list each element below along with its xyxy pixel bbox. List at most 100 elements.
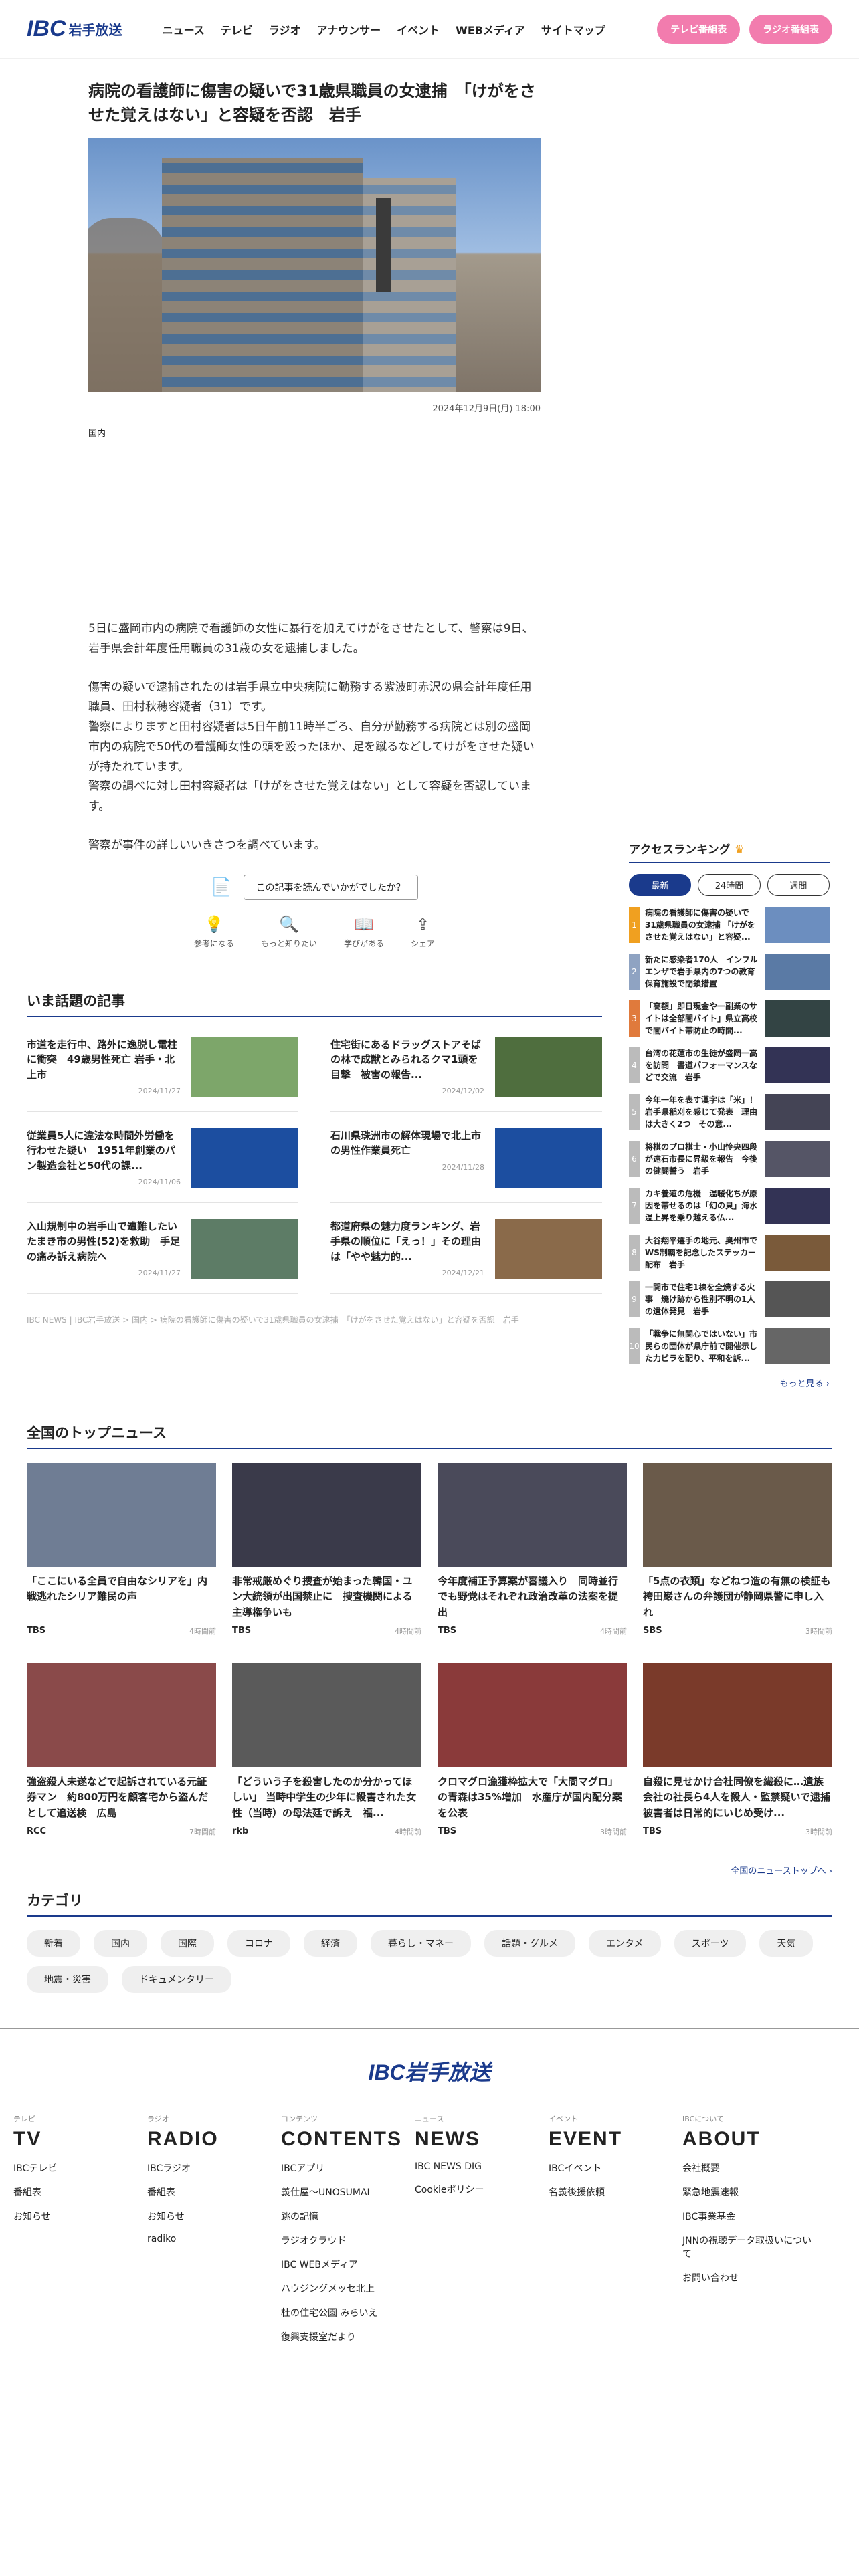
article-category-link[interactable]: 国内 [88,426,541,439]
nav-radio[interactable]: ラジオ [269,21,301,37]
rank-number: 4 [629,1047,640,1083]
footer-link[interactable]: IBCラジオ [147,2161,281,2175]
ranking-item[interactable]: 5 今年一年を表す漢字は「米」！ 岩手県稲刈を感じて発表 理由は大きく2つ その意… [629,1094,830,1130]
ranking-item[interactable]: 4 台湾の花蓮市の生徒が盛岡一高を訪問 書道パフォーマンスなどで交流 岩手 [629,1047,830,1083]
footer-link[interactable]: お知らせ [13,2210,147,2223]
tab-weekly[interactable]: 週間 [767,874,830,896]
topic-item[interactable]: 石川県珠洲市の解体現場で北上市の男性作業員死亡 2024/11/28 [330,1128,602,1203]
category-chip[interactable]: 地震・災害 [27,1966,108,1993]
category-chip[interactable]: 国内 [94,1930,147,1957]
ranking-title: 一関市で住宅1棟を全焼する火事 焼け跡から性別不明の1人の遺体発見 岩手 [645,1283,755,1316]
rank-number: 9 [629,1281,640,1317]
category-chip[interactable]: ドキュメンタリー [122,1966,231,1993]
news-thumbnail [232,1463,421,1567]
topic-item[interactable]: 住宅街にあるドラッグストアそばの林で成獣とみられるクマ1頭を目撃 被害の報告..… [330,1037,602,1112]
category-chip[interactable]: コロナ [227,1930,290,1957]
news-time: 4時間前 [395,1828,421,1836]
category-chip[interactable]: 暮らし・マネー [371,1930,471,1957]
ranking-item[interactable]: 2 新たに感染者170人 インフルエンザで岩手県内の7つの教育保育施設で閉鎖措置 [629,954,830,990]
footer-link[interactable]: 義仕屋〜UNOSUMAI [281,2185,415,2199]
footer-link[interactable]: IBC WEBメディア [281,2258,415,2271]
tab-latest[interactable]: 最新 [629,874,692,896]
radio-schedule-button[interactable]: ラジオ番組表 [749,14,832,44]
nav-sitemap[interactable]: サイトマップ [541,21,605,37]
footer-link[interactable]: JNNの視聴データ取扱いについて [682,2234,816,2260]
footer-column-heading: ABOUT [682,2128,761,2150]
ranking-thumbnail [765,1141,830,1177]
nav-tv[interactable]: テレビ [221,21,253,37]
topic-title: 市道を走行中、路外に逸脱し電柱に衝突 49歳男性死亡 岩手・北上市 2024/11… [27,1037,181,1102]
topic-item[interactable]: 従業員5人に違法な時間外労働を行わせた疑い 1951年創業のパン製造会社と50代… [27,1128,298,1203]
category-chip[interactable]: 話題・グルメ [484,1930,575,1957]
footer-link[interactable]: 復興支援室だより [281,2330,415,2343]
ranking-item[interactable]: 10 「戦争に無関心ではいない」市民らの団体が県庁前で開催示した力ビラを配り、平和… [629,1328,830,1364]
news-card[interactable]: クロマグロ漁獲枠拡大で「大間マグロ」の青森は35%増加 水産庁が国内配分案を公表… [438,1663,627,1837]
topics-list: 市道を走行中、路外に逸脱し電柱に衝突 49歳男性死亡 岩手・北上市 2024/11… [27,1037,602,1294]
ranking-item[interactable]: 9 一関市で住宅1棟を全焼する火事 焼け跡から性別不明の1人の遺体発見 岩手 [629,1281,830,1317]
topic-item[interactable]: 市道を走行中、路外に逸脱し電柱に衝突 49歳男性死亡 岩手・北上市 2024/11… [27,1037,298,1112]
category-chip[interactable]: スポーツ [674,1930,747,1957]
breadcrumb[interactable]: IBC NEWS | IBC岩手放送 > 国内 > 病院の看護師に傷害の疑いで3… [27,1314,602,1325]
footer-link[interactable]: お問い合わせ [682,2271,816,2284]
footer-link[interactable]: 名義後援依頼 [549,2185,682,2199]
nav-webmedia[interactable]: WEBメディア [456,21,525,37]
ranking-item[interactable]: 8 大谷翔平選手の地元、奥州市でWS制覇を記念したステッカー配布 岩手 [629,1235,830,1271]
news-card[interactable]: 「ここにいる全員で自由なシリアを」内戦逃れたシリア難民の声 TBS 4時間前 [27,1463,216,1636]
topic-thumbnail [191,1128,298,1188]
footer-link[interactable]: 跳の記憶 [281,2210,415,2223]
footer-logo[interactable]: IBC岩手放送 [13,2056,846,2086]
national-news-more-link[interactable]: 全国のニューストップへ › [27,1864,832,1876]
nav-event[interactable]: イベント [397,21,440,37]
footer-link[interactable]: 杜の住宅公園 みらいえ [281,2306,415,2319]
footer-link[interactable]: IBCテレビ [13,2161,147,2175]
footer-link[interactable]: IBC NEWS DIG [415,2161,549,2172]
news-card[interactable]: 非常戒厳めぐり捜査が始まった韓国・ユン大統領が出国禁止に 捜査機関による主導権争… [232,1463,421,1636]
react-helpful-button[interactable]: 💡 参考になる [194,915,234,949]
footer-columns: テレビ TV IBCテレビ 番組表 お知らせ ラジオ RADIO IBCラジオ 番組表 お知らせ r… [13,2113,846,2343]
ranking-item[interactable]: 7 カキ養殖の危機 温暖化ちが原因を帯せるのは「幻の貝」海水温上昇を乗り越える仏.… [629,1188,830,1224]
news-source-name: RCC [27,1826,47,1836]
footer-link[interactable]: 緊急地震速報 [682,2185,816,2199]
footer-link[interactable]: Cookieポリシー [415,2183,549,2196]
ranking-item[interactable]: 1 病院の看護師に傷害の疑いで31歳県職員の女逮捕 「けがをさせた覚えはない」と容… [629,907,830,943]
react-learn-button[interactable]: 📖 学びがある [344,915,384,949]
category-chip[interactable]: 経済 [304,1930,357,1957]
news-card[interactable]: 「5点の衣類」などねつ造の有無の検証も 袴田巌さんの弁護団が静岡県警に申し入れ S… [643,1463,832,1636]
news-card[interactable]: 「どういう子を殺害したのか分かってほしい」 当時中学生の少年に殺害された女性（当… [232,1663,421,1837]
footer-link[interactable]: IBC事業基金 [682,2210,816,2223]
footer-link[interactable]: ハウジングメッセ北上 [281,2282,415,2295]
news-thumbnail [232,1663,421,1767]
footer-link[interactable]: 番組表 [147,2185,281,2199]
topic-item[interactable]: 都道府県の魅力度ランキング、岩手県の順位に「えっ！」その理由は「やや魅力的...… [330,1218,602,1294]
footer-link[interactable]: 番組表 [13,2185,147,2199]
topics-heading: いま話題の記事 [27,990,602,1017]
footer-link[interactable]: IBCイベント [549,2161,682,2175]
news-card[interactable]: 強盗殺人未遂などで起訴されている元証券マン 約800万円を顧客宅から盗んだとして… [27,1663,216,1837]
footer-link[interactable]: radiko [147,2234,281,2244]
footer-link[interactable]: IBCアプリ [281,2161,415,2175]
ranking-more-link[interactable]: もっと見る › [629,1376,830,1389]
footer-column: ラジオ RADIO IBCラジオ 番組表 お知らせ radiko [147,2113,281,2343]
topic-item[interactable]: 入山規制中の岩手山で遭難したいたまき市の男性(52)を救助 手足の痛み訴え病院へ… [27,1218,298,1294]
news-source: SBS 3時間前 [643,1626,832,1636]
ranking-item[interactable]: 6 将棋のプロ棋士・小山怜央四段が遠石市長に昇級を報告 今後の健闘誓う 岩手 [629,1141,830,1177]
share-button[interactable]: ⇪ シェア [411,915,435,949]
category-chip[interactable]: 国際 [161,1930,214,1957]
footer-link[interactable]: ラジオクラウド [281,2234,415,2247]
category-chip[interactable]: 新着 [27,1930,80,1957]
topic-thumbnail [495,1128,602,1188]
tab-24h[interactable]: 24時間 [698,874,761,896]
react-more-button[interactable]: 🔍 もっと知りたい [261,915,317,949]
category-chip[interactable]: 天気 [759,1930,814,1957]
ranking-item[interactable]: 3 「高額」即日現金や一副業のサイトは全部闇バイト」県立高校で闇バイト帯防止の時間… [629,1000,830,1037]
tv-schedule-button[interactable]: テレビ番組表 [657,14,741,44]
nav-announcer[interactable]: アナウンサー [316,21,381,37]
category-chip[interactable]: エンタメ [589,1930,661,1957]
nav-news[interactable]: ニュース [163,21,205,37]
news-card[interactable]: 自殺に見せかけ合社同僚を繊殺に…遺族会社の社長ら4人を殺人・監禁疑いで逮捕 被害… [643,1663,832,1837]
ibc-logo[interactable]: IBC 岩手放送 [27,16,122,42]
news-card[interactable]: 今年度補正予算案が審議入り 同時並行でも野党はそれぞれ政治改革の法案を提出 TBS… [438,1463,627,1636]
footer-column-heading: NEWS [415,2128,480,2150]
footer-link[interactable]: 会社概要 [682,2161,816,2175]
footer-link[interactable]: お知らせ [147,2210,281,2223]
